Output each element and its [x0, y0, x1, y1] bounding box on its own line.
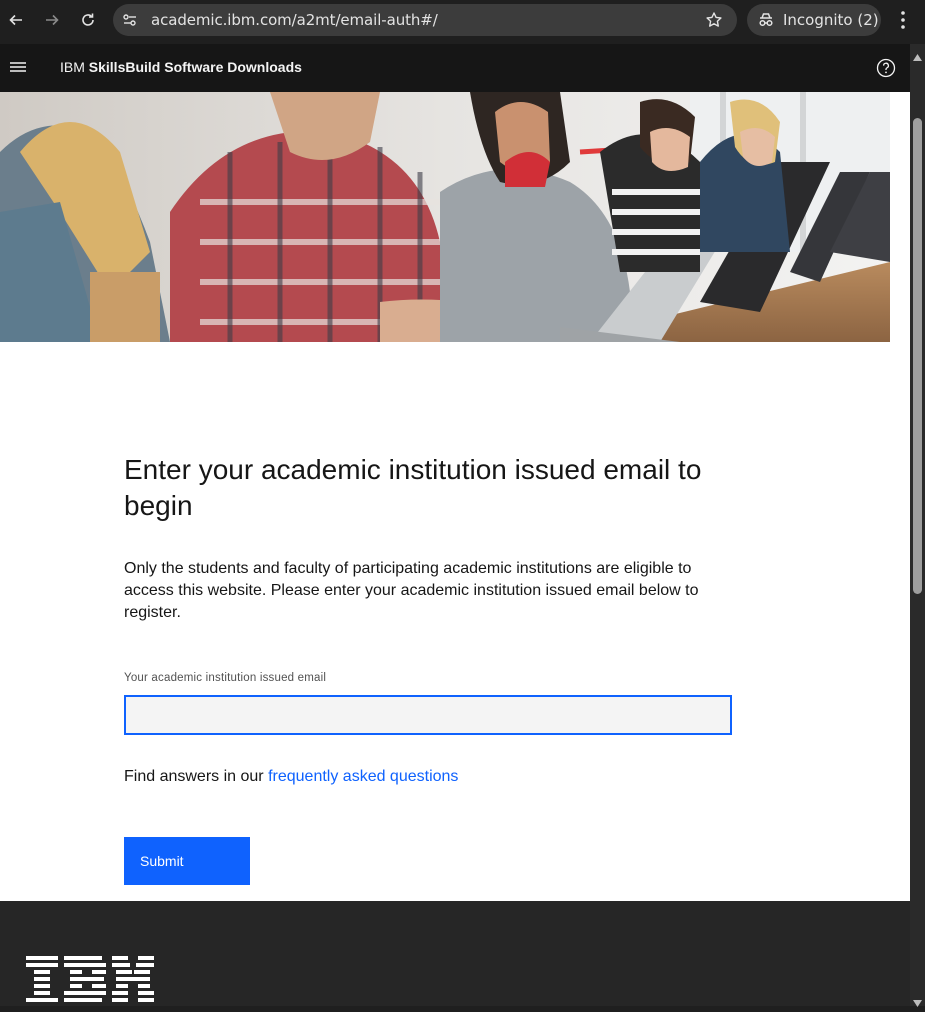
address-bar[interactable]: academic.ibm.com/a2mt/email-auth#/	[113, 4, 737, 36]
faq-line: Find answers in our frequently asked que…	[124, 768, 458, 786]
hero-image	[0, 92, 890, 342]
forward-button[interactable]	[40, 8, 64, 32]
page-viewport: IBM SkillsBuild Software Downloads Enter…	[0, 44, 910, 1006]
faq-prefix: Find answers in our	[124, 768, 264, 785]
brand-name: SkillsBuild Software Downloads	[88, 59, 302, 75]
url-text[interactable]: academic.ibm.com/a2mt/email-auth#/	[151, 11, 438, 29]
scroll-thumb[interactable]	[913, 118, 922, 594]
page-scrollbar[interactable]	[910, 44, 925, 1007]
scroll-up-arrow-icon[interactable]	[913, 48, 922, 66]
brand-prefix: IBM	[60, 59, 85, 75]
faq-link[interactable]: frequently asked questions	[268, 768, 458, 785]
page-title: Enter your academic institution issued e…	[124, 454, 702, 521]
browser-toolbar: academic.ibm.com/a2mt/email-auth#/ Incog…	[0, 0, 925, 40]
masthead: IBM SkillsBuild Software Downloads	[0, 44, 910, 92]
reload-icon	[82, 13, 94, 26]
hamburger-menu-icon[interactable]	[8, 59, 28, 82]
brand-title[interactable]: IBM SkillsBuild Software Downloads	[60, 59, 302, 75]
incognito-icon	[757, 12, 775, 33]
ibm-logo[interactable]	[26, 956, 154, 1006]
email-field[interactable]	[124, 695, 732, 735]
footer	[0, 901, 910, 1006]
more-vert-icon[interactable]	[893, 8, 913, 37]
eligibility-description: Only the students and faculty of partici…	[124, 560, 699, 621]
back-icon	[9, 14, 22, 26]
incognito-label: Incognito (2)	[783, 11, 879, 29]
email-field-label: Your academic institution issued email	[124, 672, 327, 684]
students-with-laptops-photo	[0, 92, 890, 342]
forward-icon	[46, 14, 59, 26]
incognito-indicator[interactable]: Incognito (2)	[747, 4, 881, 36]
back-button[interactable]	[4, 8, 28, 32]
help-icon[interactable]	[876, 58, 896, 83]
scroll-down-arrow-icon[interactable]	[913, 994, 922, 1012]
bookmark-star-icon[interactable]	[705, 11, 723, 34]
site-info-icon[interactable]	[122, 12, 138, 33]
reload-button[interactable]	[76, 8, 100, 32]
submit-button[interactable]: Submit	[124, 837, 250, 885]
